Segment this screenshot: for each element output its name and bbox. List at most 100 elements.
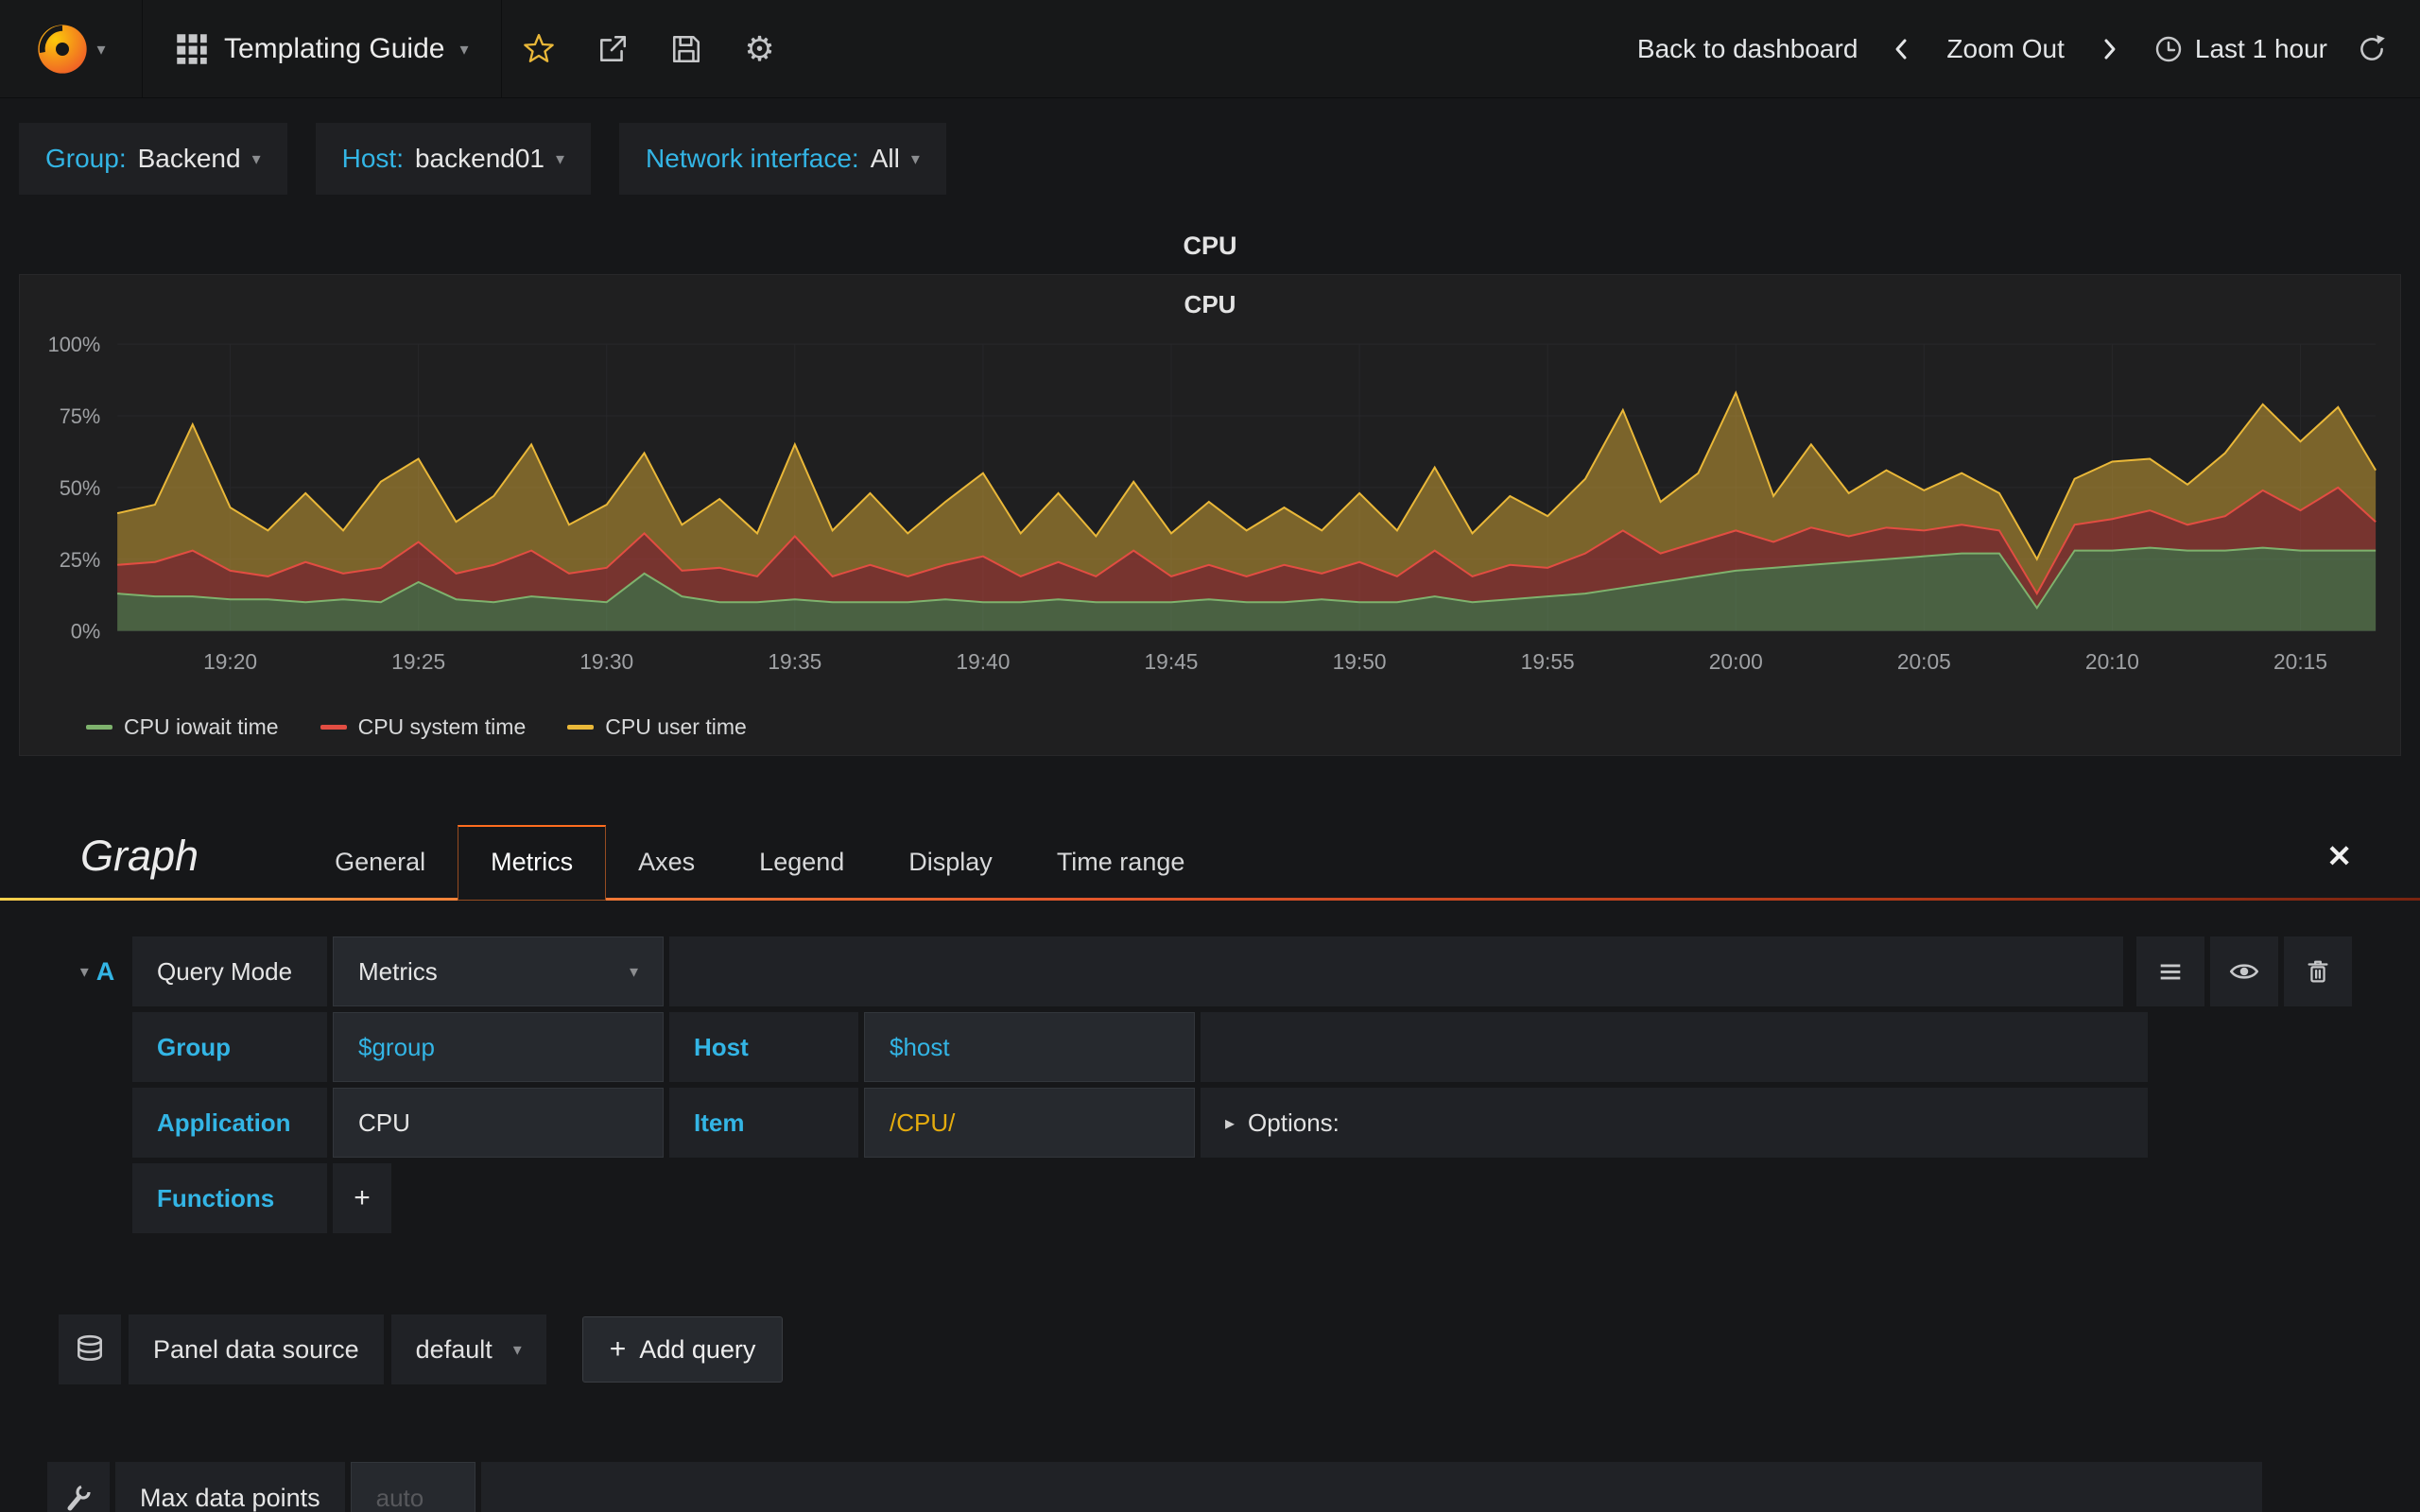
dashboard-title-menu[interactable]: Templating Guide ▾ bbox=[143, 0, 501, 98]
query-toggle-visibility-button[interactable] bbox=[2210, 936, 2278, 1006]
svg-text:19:45: 19:45 bbox=[1145, 649, 1199, 674]
host-label: Host bbox=[669, 1012, 858, 1082]
chevron-down-icon: ▾ bbox=[459, 39, 469, 59]
chevron-down-icon: ▾ bbox=[629, 962, 638, 981]
time-shift-right-button[interactable] bbox=[2093, 33, 2125, 65]
max-data-points-label: Max data points bbox=[115, 1462, 345, 1512]
legend-item-user[interactable]: CPU user time bbox=[567, 714, 747, 740]
database-icon bbox=[78, 1334, 102, 1361]
options-toggle[interactable]: ▸ Options: bbox=[1201, 1088, 2148, 1158]
save-button[interactable] bbox=[649, 0, 723, 98]
legend-color-swatch bbox=[86, 725, 112, 730]
datasource-select[interactable]: default ▾ bbox=[390, 1314, 546, 1384]
chevron-left-icon bbox=[1895, 39, 1907, 59]
cpu-graph[interactable]: 0% 25% 50% 75% 100% 19:20 19:25 19:30 19:35 19:40… bbox=[31, 329, 2389, 709]
refresh-icon bbox=[2360, 34, 2385, 60]
panel-header[interactable]: CPU bbox=[19, 217, 2401, 274]
host-input[interactable]: $host bbox=[864, 1012, 1195, 1082]
grafana-logo-icon bbox=[38, 24, 88, 74]
max-data-points-field[interactable] bbox=[350, 1462, 475, 1512]
cpu-panel: CPU CPU 0% 25% 50% 75% 100% 19:20 19:25 19:30 19… bbox=[19, 217, 2401, 756]
item-input[interactable]: /CPU/ bbox=[864, 1088, 1195, 1158]
time-range-picker[interactable]: Last 1 hour bbox=[2153, 34, 2327, 64]
close-editor-button[interactable]: ✕ bbox=[2326, 838, 2352, 874]
gutter-spacer bbox=[68, 1163, 127, 1233]
tab-axes[interactable]: Axes bbox=[606, 826, 727, 898]
gutter-spacer bbox=[68, 1088, 127, 1158]
variable-network-interface[interactable]: Network interface: All ▾ bbox=[619, 123, 946, 195]
query-row-filler bbox=[1201, 1012, 2148, 1082]
tab-metrics[interactable]: Metrics bbox=[458, 825, 607, 901]
eye-icon bbox=[2229, 964, 2259, 979]
svg-text:20:05: 20:05 bbox=[1897, 649, 1951, 674]
time-range-label: Last 1 hour bbox=[2194, 33, 2327, 63]
legend-label: CPU system time bbox=[357, 714, 527, 739]
tab-general[interactable]: General bbox=[302, 826, 458, 898]
share-icon bbox=[599, 35, 626, 61]
application-input[interactable]: CPU bbox=[333, 1088, 664, 1158]
variable-value: All bbox=[870, 144, 900, 173]
settings-button[interactable]: ⚙ bbox=[723, 0, 797, 98]
query-mode-select[interactable]: Metrics ▾ bbox=[333, 936, 664, 1006]
legend-label: CPU user time bbox=[605, 714, 747, 739]
svg-text:19:25: 19:25 bbox=[391, 649, 445, 674]
star-button[interactable] bbox=[502, 0, 576, 98]
trash-icon bbox=[2308, 960, 2328, 983]
chevron-right-icon bbox=[2104, 39, 2116, 59]
legend-item-system[interactable]: CPU system time bbox=[320, 714, 527, 740]
gear-icon: ⚙ bbox=[744, 28, 775, 68]
save-icon bbox=[672, 35, 700, 62]
svg-text:25%: 25% bbox=[60, 548, 101, 572]
refresh-button[interactable] bbox=[2356, 33, 2388, 65]
dashboard-title: Templating Guide bbox=[224, 32, 445, 64]
chevron-down-icon: ▾ bbox=[556, 149, 565, 168]
query-row-mode: ▾ A Query Mode Metrics ▾ bbox=[68, 936, 2352, 1006]
svg-text:19:30: 19:30 bbox=[579, 649, 633, 674]
query-row-application-item: Application CPU Item /CPU/ ▸ Options: bbox=[68, 1088, 2352, 1158]
add-query-button[interactable]: + Add query bbox=[581, 1316, 784, 1383]
zoom-out-button[interactable]: Zoom Out bbox=[1946, 34, 2064, 64]
chart-legend: CPU iowait time CPU system time CPU user… bbox=[31, 709, 2389, 749]
query-editor: ▾ A Query Mode Metrics ▾ Group $group Ho… bbox=[0, 901, 2420, 1233]
share-button[interactable] bbox=[576, 0, 649, 98]
time-shift-left-button[interactable] bbox=[1886, 33, 1918, 65]
clock-icon bbox=[2155, 36, 2182, 61]
panel-editor: Graph General Metrics Axes Legend Displa… bbox=[0, 815, 2420, 1512]
wrench-icon bbox=[67, 1485, 91, 1511]
chevron-down-icon: ▾ bbox=[96, 39, 106, 59]
back-to-dashboard-link[interactable]: Back to dashboard bbox=[1637, 34, 1858, 64]
query-collapse-toggle[interactable]: ▾ A bbox=[68, 936, 127, 1006]
add-function-button[interactable]: + bbox=[333, 1163, 391, 1233]
group-input[interactable]: $group bbox=[333, 1012, 664, 1082]
svg-text:0%: 0% bbox=[71, 619, 100, 643]
svg-text:19:20: 19:20 bbox=[203, 649, 257, 674]
tab-legend[interactable]: Legend bbox=[727, 826, 876, 898]
max-data-points-input[interactable] bbox=[375, 1483, 450, 1512]
svg-text:20:10: 20:10 bbox=[2085, 649, 2139, 674]
svg-text:100%: 100% bbox=[48, 333, 101, 356]
options-label: Options: bbox=[1248, 1108, 1340, 1137]
query-delete-button[interactable] bbox=[2284, 936, 2352, 1006]
query-menu-button[interactable] bbox=[2136, 936, 2204, 1006]
query-row-functions: Functions + bbox=[68, 1163, 2352, 1233]
svg-text:20:00: 20:00 bbox=[1709, 649, 1763, 674]
legend-color-swatch bbox=[567, 725, 595, 730]
query-row-actions bbox=[2136, 936, 2352, 1006]
navbar-actions: ⚙ bbox=[502, 0, 797, 98]
query-row-group-host: Group $group Host $host bbox=[68, 1012, 2352, 1082]
grafana-logo-button[interactable]: ▾ bbox=[0, 0, 142, 98]
panel-options-icon-cell bbox=[47, 1462, 110, 1512]
legend-label: CPU iowait time bbox=[124, 714, 279, 739]
group-label: Group bbox=[132, 1012, 327, 1082]
tab-display[interactable]: Display bbox=[876, 826, 1025, 898]
dashboard-grid-icon bbox=[177, 33, 207, 64]
legend-item-iowait[interactable]: CPU iowait time bbox=[86, 714, 279, 740]
plus-icon: + bbox=[609, 1333, 627, 1365]
variable-host[interactable]: Host: backend01 ▾ bbox=[315, 123, 592, 195]
tab-time-range[interactable]: Time range bbox=[1025, 826, 1218, 898]
datasource-row: Panel data source default ▾ + Add query bbox=[0, 1314, 2420, 1384]
panel-title: CPU bbox=[1183, 231, 1237, 260]
variable-group[interactable]: Group: Backend ▾ bbox=[19, 123, 287, 195]
svg-text:19:55: 19:55 bbox=[1521, 649, 1575, 674]
query-row-filler bbox=[669, 936, 2123, 1006]
